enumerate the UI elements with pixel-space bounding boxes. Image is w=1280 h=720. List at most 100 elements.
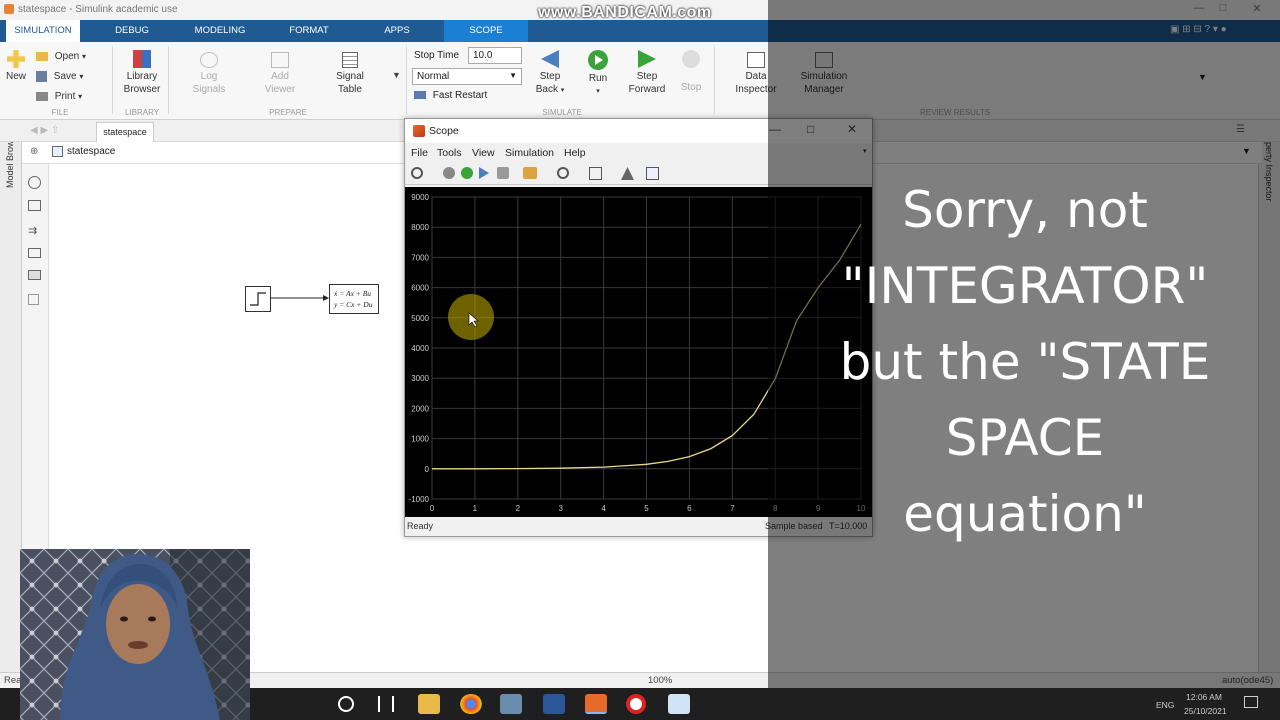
image-icon[interactable] bbox=[28, 270, 41, 280]
new-button[interactable]: New bbox=[4, 50, 28, 83]
x-tick-label: 4 bbox=[601, 504, 606, 513]
data-inspector-icon bbox=[747, 52, 765, 68]
file-explorer-icon[interactable] bbox=[418, 694, 440, 714]
measurements-icon[interactable] bbox=[646, 167, 659, 180]
word-icon[interactable] bbox=[543, 694, 565, 714]
caption-line-4: SPACE bbox=[945, 409, 1105, 467]
caption-line-2: "INTEGRATOR" bbox=[841, 257, 1209, 315]
tab-apps[interactable]: APPS bbox=[362, 20, 432, 42]
y-tick-label: 7000 bbox=[411, 253, 429, 262]
simulink-icon bbox=[4, 4, 14, 14]
area-icon[interactable] bbox=[28, 294, 39, 305]
clock-date[interactable]: 25/10/2021 bbox=[1184, 706, 1227, 716]
tab-simulation[interactable]: SIMULATION bbox=[6, 20, 80, 42]
step-block[interactable] bbox=[245, 286, 271, 312]
annotation-icon[interactable] bbox=[28, 248, 41, 258]
menu-file[interactable]: File bbox=[411, 147, 428, 159]
step-back-button[interactable]: Step Back ▾ bbox=[530, 50, 570, 97]
x-tick-label: 0 bbox=[430, 504, 435, 513]
prepare-dropdown-icon[interactable]: ▼ bbox=[392, 70, 401, 80]
step-back-icon bbox=[541, 50, 559, 68]
autoscale-icon[interactable] bbox=[589, 167, 602, 180]
save-icon bbox=[36, 70, 47, 82]
open-button[interactable]: Open ▾ bbox=[36, 50, 100, 63]
tab-debug[interactable]: DEBUG bbox=[98, 20, 166, 42]
snipping-icon[interactable] bbox=[668, 694, 690, 714]
tab-format[interactable]: FORMAT bbox=[274, 20, 344, 42]
fit-view-icon[interactable] bbox=[28, 200, 41, 211]
fast-restart-toggle[interactable]: Fast Restart bbox=[414, 90, 487, 101]
zoom-icon[interactable] bbox=[28, 176, 41, 189]
menu-help[interactable]: Help bbox=[564, 147, 586, 159]
matlab-icon bbox=[413, 125, 425, 137]
model-browser-panel[interactable]: Model Browser bbox=[0, 120, 22, 672]
y-tick-label: 2000 bbox=[411, 404, 429, 413]
menu-tools[interactable]: Tools bbox=[437, 147, 462, 159]
caption-line-5: equation" bbox=[903, 485, 1147, 543]
print-button[interactable]: Print ▾ bbox=[36, 90, 100, 103]
y-tick-label: -1000 bbox=[409, 495, 430, 504]
settings-icon[interactable] bbox=[411, 167, 423, 179]
new-icon bbox=[7, 50, 25, 68]
y-tick-label: 1000 bbox=[411, 435, 429, 444]
step-forward-icon-scope[interactable] bbox=[479, 167, 489, 179]
x-tick-label: 3 bbox=[558, 504, 563, 513]
signal-table-button[interactable]: Signal Table bbox=[326, 52, 374, 96]
menu-view[interactable]: View bbox=[472, 147, 495, 159]
breadcrumb[interactable]: statespace bbox=[67, 146, 115, 157]
record-icon[interactable] bbox=[626, 694, 646, 714]
folder-icon bbox=[36, 51, 48, 61]
matlab-taskbar-icon[interactable] bbox=[585, 694, 607, 714]
section-simulate: SIMULATE bbox=[542, 108, 582, 117]
step-forward-button[interactable]: Step Forward bbox=[624, 50, 670, 96]
task-view-icon[interactable] bbox=[378, 696, 394, 712]
x-tick-label: 2 bbox=[516, 504, 521, 513]
stop-button[interactable]: Stop bbox=[676, 50, 706, 94]
search-icon[interactable] bbox=[338, 696, 354, 712]
stop-icon-scope[interactable] bbox=[497, 167, 509, 179]
table-icon bbox=[342, 52, 358, 68]
y-tick-label: 4000 bbox=[411, 344, 429, 353]
signal-line[interactable] bbox=[271, 293, 329, 303]
language-indicator[interactable]: ENG bbox=[1156, 700, 1174, 710]
print-icon bbox=[36, 91, 48, 101]
clock-time[interactable]: 12:06 AM bbox=[1186, 692, 1222, 702]
log-icon bbox=[200, 52, 218, 68]
step-back-icon-scope[interactable] bbox=[443, 167, 455, 179]
tab-statespace[interactable]: statespace bbox=[96, 122, 154, 142]
y-tick-label: 8000 bbox=[411, 223, 429, 232]
output-equation: y = Cx + Du bbox=[334, 300, 373, 309]
chrome-icon[interactable] bbox=[460, 694, 482, 714]
run-icon-scope[interactable] bbox=[461, 167, 473, 179]
state-equation: ẋ = Ax + Bu bbox=[334, 289, 372, 298]
caption-text: Sorry, not "INTEGRATOR" but the "STATE S… bbox=[790, 172, 1260, 552]
trigger-icon[interactable] bbox=[621, 167, 634, 180]
hide-icon[interactable]: ⊕ bbox=[30, 146, 38, 157]
library-browser-button[interactable]: Library Browser bbox=[118, 50, 166, 96]
library-icon bbox=[133, 50, 151, 68]
tab-modeling[interactable]: MODELING bbox=[184, 20, 256, 42]
nav-back-icon[interactable]: ◀ ▶ ⇧ bbox=[30, 125, 59, 136]
tab-scope[interactable]: SCOPE bbox=[444, 20, 528, 42]
scope-status: Ready bbox=[407, 521, 434, 531]
x-tick-label: 6 bbox=[687, 504, 692, 513]
notification-icon[interactable] bbox=[1244, 696, 1258, 708]
chevron-down-icon: ▼ bbox=[509, 71, 517, 80]
save-button[interactable]: Save ▾ bbox=[36, 70, 100, 83]
add-viewer-button[interactable]: Add Viewer bbox=[256, 52, 304, 96]
webcam-feed bbox=[20, 549, 250, 720]
run-button[interactable]: Run ▾ bbox=[578, 50, 618, 98]
app-icon[interactable] bbox=[500, 694, 522, 714]
stop-time-input[interactable]: 10.0 bbox=[468, 47, 522, 64]
zoom-in-icon[interactable] bbox=[557, 167, 569, 179]
state-space-block[interactable]: ẋ = Ax + Bu y = Cx + Du bbox=[329, 284, 379, 314]
simulation-mode-select[interactable]: Normal ▼ bbox=[412, 68, 522, 85]
stop-time-label: Stop Time bbox=[414, 50, 460, 61]
arrow-icon[interactable]: ⇉ bbox=[28, 224, 37, 237]
x-tick-label: 1 bbox=[473, 504, 478, 513]
menu-simulation[interactable]: Simulation bbox=[505, 147, 554, 159]
fast-restart-icon bbox=[414, 91, 426, 100]
highlight-icon[interactable] bbox=[523, 167, 537, 179]
zoom-level: 100% bbox=[648, 675, 673, 686]
log-signals-button[interactable]: Log Signals bbox=[184, 52, 234, 96]
